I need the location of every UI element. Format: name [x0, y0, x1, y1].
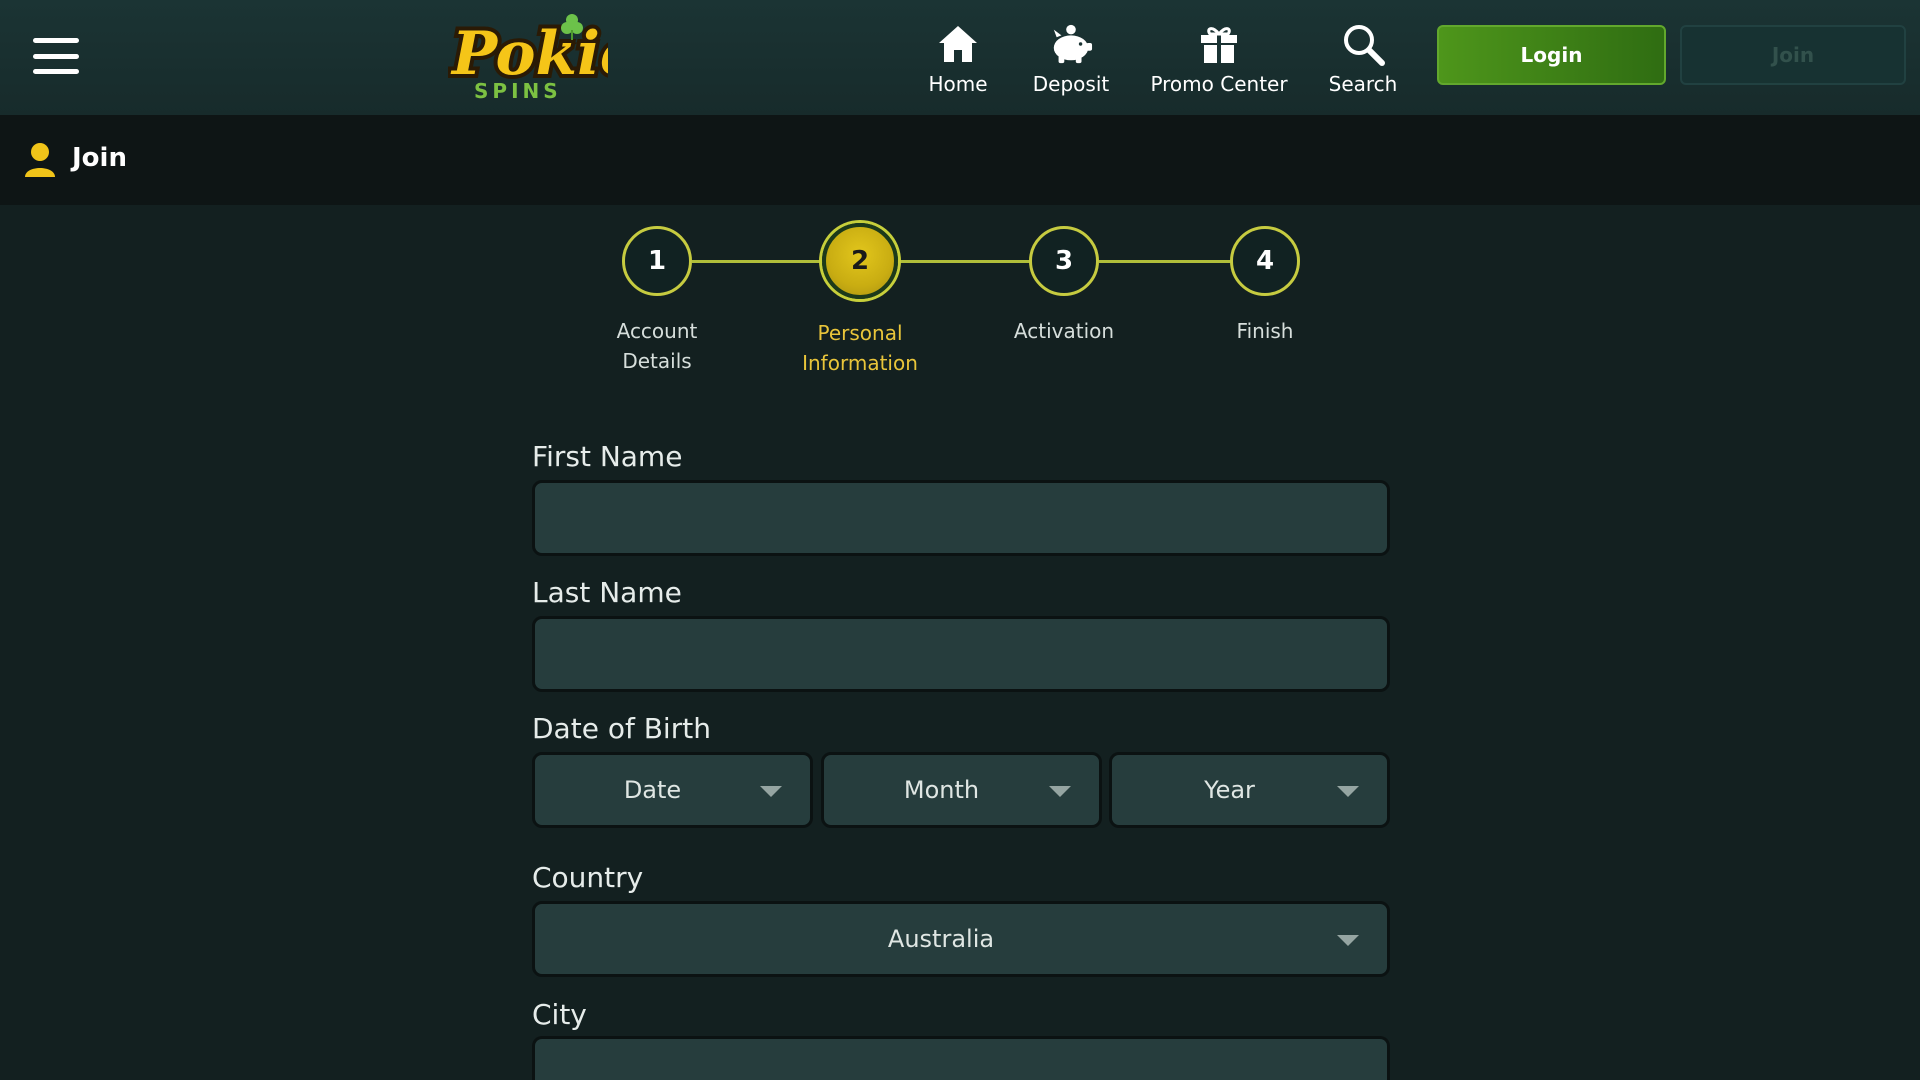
step-2-label: Personal Information: [802, 321, 918, 375]
nav-search[interactable]: Search: [1326, 22, 1400, 102]
nav-home[interactable]: Home: [928, 22, 988, 102]
top-navigation-bar: Pokie Pokie SPINS Home: [0, 0, 1920, 115]
country-select[interactable]: Australia: [532, 901, 1390, 977]
first-name-label: First Name: [532, 440, 683, 473]
step-connector: [896, 260, 1030, 263]
last-name-label: Last Name: [532, 576, 682, 609]
last-name-input[interactable]: [532, 616, 1390, 692]
city-label: City: [532, 998, 587, 1031]
first-name-input[interactable]: [532, 480, 1390, 556]
home-icon: [936, 22, 980, 66]
piggy-bank-icon: [1049, 22, 1093, 66]
pokie-spins-logo[interactable]: Pokie Pokie SPINS: [446, 12, 642, 104]
dob-date-value: Date: [623, 776, 682, 804]
nav-search-label: Search: [1328, 72, 1398, 96]
user-icon: [24, 142, 56, 178]
page-title-bar: [0, 115, 1920, 205]
chevron-down-icon: [1337, 786, 1359, 797]
step-4-finish[interactable]: 4: [1230, 226, 1300, 296]
step-connector: [1099, 260, 1232, 263]
search-icon: [1341, 22, 1385, 66]
dob-date-select[interactable]: Date: [532, 752, 813, 828]
dob-year-value: Year: [1204, 776, 1255, 804]
country-value: Australia: [887, 925, 995, 953]
dob-month-select[interactable]: Month: [821, 752, 1102, 828]
country-label: Country: [532, 861, 644, 894]
nav-promo-label: Promo Center: [1150, 72, 1288, 96]
step-3-label: Activation: [1013, 319, 1115, 343]
step-connector: [692, 260, 824, 263]
join-button[interactable]: Join: [1680, 25, 1906, 85]
chevron-down-icon: [1337, 935, 1359, 946]
city-input[interactable]: [532, 1036, 1390, 1080]
chevron-down-icon: [1049, 786, 1071, 797]
dob-year-select[interactable]: Year: [1109, 752, 1390, 828]
step-2-personal-information[interactable]: 2: [822, 223, 898, 299]
dob-month-value: Month: [903, 776, 980, 804]
date-of-birth-label: Date of Birth: [532, 712, 711, 745]
page-title: Join: [72, 143, 127, 173]
nav-deposit-label: Deposit: [1032, 72, 1110, 96]
nav-deposit[interactable]: Deposit: [1030, 22, 1112, 102]
gift-icon: [1197, 22, 1241, 66]
hamburger-menu-icon[interactable]: [33, 38, 79, 74]
login-button[interactable]: Login: [1437, 25, 1666, 85]
step-1-account-details[interactable]: 1: [622, 226, 692, 296]
step-1-label: Account Details: [616, 319, 698, 373]
logo-subtitle: SPINS: [474, 79, 562, 103]
step-3-activation[interactable]: 3: [1029, 226, 1099, 296]
nav-home-label: Home: [928, 72, 988, 96]
step-4-label: Finish: [1236, 319, 1294, 343]
nav-promo-center[interactable]: Promo Center: [1150, 22, 1288, 102]
chevron-down-icon: [760, 786, 782, 797]
